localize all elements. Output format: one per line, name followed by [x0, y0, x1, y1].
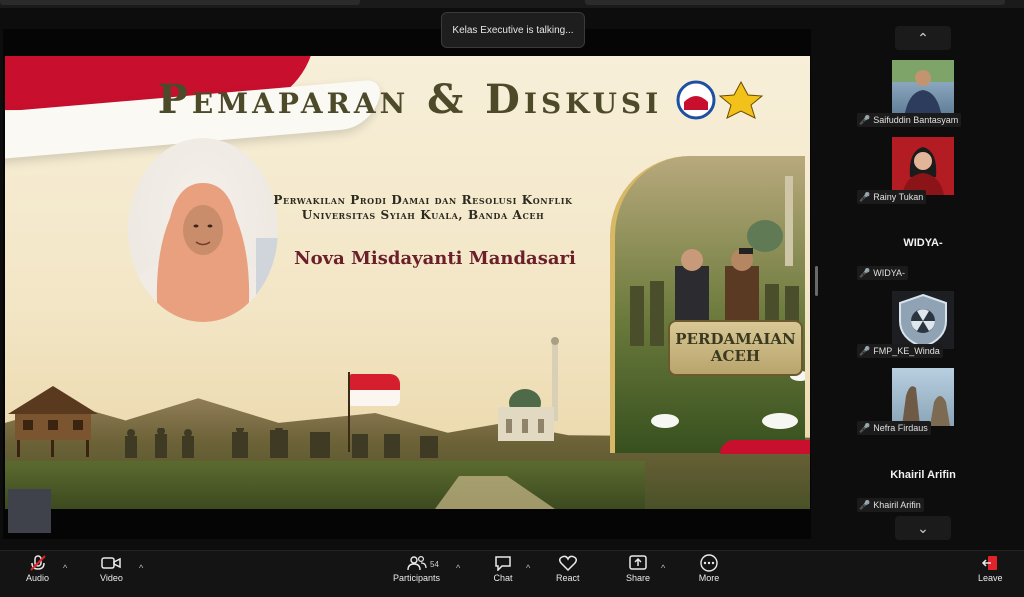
- self-view-thumbnail[interactable]: [8, 489, 51, 533]
- participant-name-label: 🎤 FMP_KE_Winda: [857, 344, 943, 358]
- mosque-illustration: [498, 337, 559, 441]
- react-label: React: [556, 573, 580, 583]
- speaker-photo: [128, 138, 278, 322]
- participant-video-tile[interactable]: [892, 368, 954, 426]
- participant-name: Rainy Tukan: [873, 192, 924, 202]
- chat-label: Chat: [493, 573, 513, 583]
- indonesian-flag-icon: [350, 374, 400, 406]
- participant-name: WIDYA-: [873, 268, 906, 278]
- more-dots-icon: [698, 553, 720, 573]
- mic-muted-icon: 🎤: [859, 422, 871, 433]
- participants-icon: [406, 553, 428, 573]
- mic-muted-icon: 🎤: [859, 114, 871, 125]
- share-button[interactable]: Share: [626, 553, 650, 583]
- mic-muted-icon: [27, 553, 49, 573]
- traditional-house-illustration: [8, 386, 98, 457]
- chevron-down-icon: ⌄: [917, 519, 929, 536]
- people-silhouettes-illustration: [125, 428, 438, 458]
- participant-video-tile[interactable]: [892, 60, 954, 118]
- top-bar-right-strip: [585, 0, 1005, 5]
- participant-name: Khairil Arifin: [873, 500, 921, 510]
- top-bar: [0, 0, 1024, 8]
- participant-name: Saifuddin Bantasyam: [873, 115, 959, 125]
- participant-name-label: 🎤 WIDYA-: [857, 266, 909, 280]
- participant-name-label: 🎤 Rainy Tukan: [857, 190, 927, 204]
- speaker-name: Nova Misdayanti Mandasari: [294, 248, 576, 269]
- participant-display-name: Khairil Arifin: [890, 469, 956, 481]
- forest-illustration: [5, 461, 645, 509]
- peace-artwork: [610, 156, 805, 453]
- leave-door-icon: [979, 553, 1001, 573]
- more-label: More: [698, 573, 720, 583]
- institution-logos: [676, 80, 764, 120]
- participants-options-caret-icon[interactable]: ^: [456, 563, 460, 573]
- video-options-caret-icon[interactable]: ^: [139, 563, 143, 573]
- chat-bubble-icon: [492, 553, 514, 573]
- video-button[interactable]: Video: [100, 553, 123, 583]
- more-button[interactable]: More: [698, 553, 720, 583]
- participant-name-label: 🎤 Saifuddin Bantasyam: [857, 113, 962, 127]
- heart-icon: [557, 553, 579, 573]
- perdamaian-aceh-banner: PERDAMAIAN ACEH: [668, 320, 803, 376]
- share-screen-icon: [627, 553, 649, 573]
- participant-name-label: 🎤 Khairil Arifin: [857, 498, 924, 512]
- banner-line-2: ACEH: [710, 347, 761, 365]
- speaker-affiliation: Perwakilan Prodi Damai dan Resolusi Konf…: [248, 193, 598, 223]
- red-swoosh-decoration: [720, 440, 810, 454]
- audio-button[interactable]: Audio: [26, 553, 49, 583]
- video-label: Video: [100, 573, 123, 583]
- participant-video-tile[interactable]: [892, 291, 954, 349]
- audio-label: Audio: [26, 573, 50, 583]
- mic-muted-icon: 🎤: [859, 191, 871, 202]
- mic-muted-icon: 🎤: [859, 345, 871, 356]
- gallery-scroll-up-button[interactable]: ⌃: [895, 26, 951, 50]
- participant-display-name: WIDYA-: [903, 237, 943, 249]
- participant-name: FMP_KE_Winda: [873, 346, 940, 356]
- slide-title: Pemaparan & Diskusi: [157, 76, 663, 123]
- chat-options-caret-icon[interactable]: ^: [526, 563, 530, 573]
- chat-button[interactable]: Chat: [492, 553, 514, 583]
- share-options-caret-icon[interactable]: ^: [661, 563, 665, 573]
- split-view-handle[interactable]: [815, 266, 818, 296]
- participant-name: Nefra Firdaus: [873, 423, 928, 433]
- affiliation-line-1: Perwakilan Prodi Damai dan Resolusi Konf…: [273, 193, 573, 207]
- share-label: Share: [626, 573, 651, 583]
- gallery-scroll-down-button[interactable]: ⌄: [895, 516, 951, 540]
- react-button[interactable]: React: [556, 553, 580, 583]
- audio-options-caret-icon[interactable]: ^: [63, 563, 67, 573]
- participants-label: Participants: [393, 573, 441, 583]
- leave-label: Leave: [978, 573, 1003, 583]
- active-speaker-toast: Kelas Executive is talking...: [441, 12, 585, 48]
- video-camera-icon: [100, 553, 122, 573]
- leave-button[interactable]: Leave: [978, 553, 1003, 583]
- affiliation-line-2: Universitas Syiah Kuala, Banda Aceh: [301, 208, 545, 222]
- shield-logo-icon: [899, 293, 947, 349]
- star-emblem-icon: [718, 80, 764, 119]
- banner-line-1: PERDAMAIAN: [675, 330, 796, 348]
- mic-muted-icon: 🎤: [859, 499, 871, 510]
- participants-count-badge: 54: [430, 560, 439, 569]
- mic-muted-icon: 🎤: [859, 267, 871, 278]
- top-bar-left-strip: [0, 0, 360, 5]
- participant-video-tile[interactable]: [892, 137, 954, 195]
- participant-name-label: 🎤 Nefra Firdaus: [857, 421, 931, 435]
- chevron-up-icon: ⌃: [917, 29, 929, 46]
